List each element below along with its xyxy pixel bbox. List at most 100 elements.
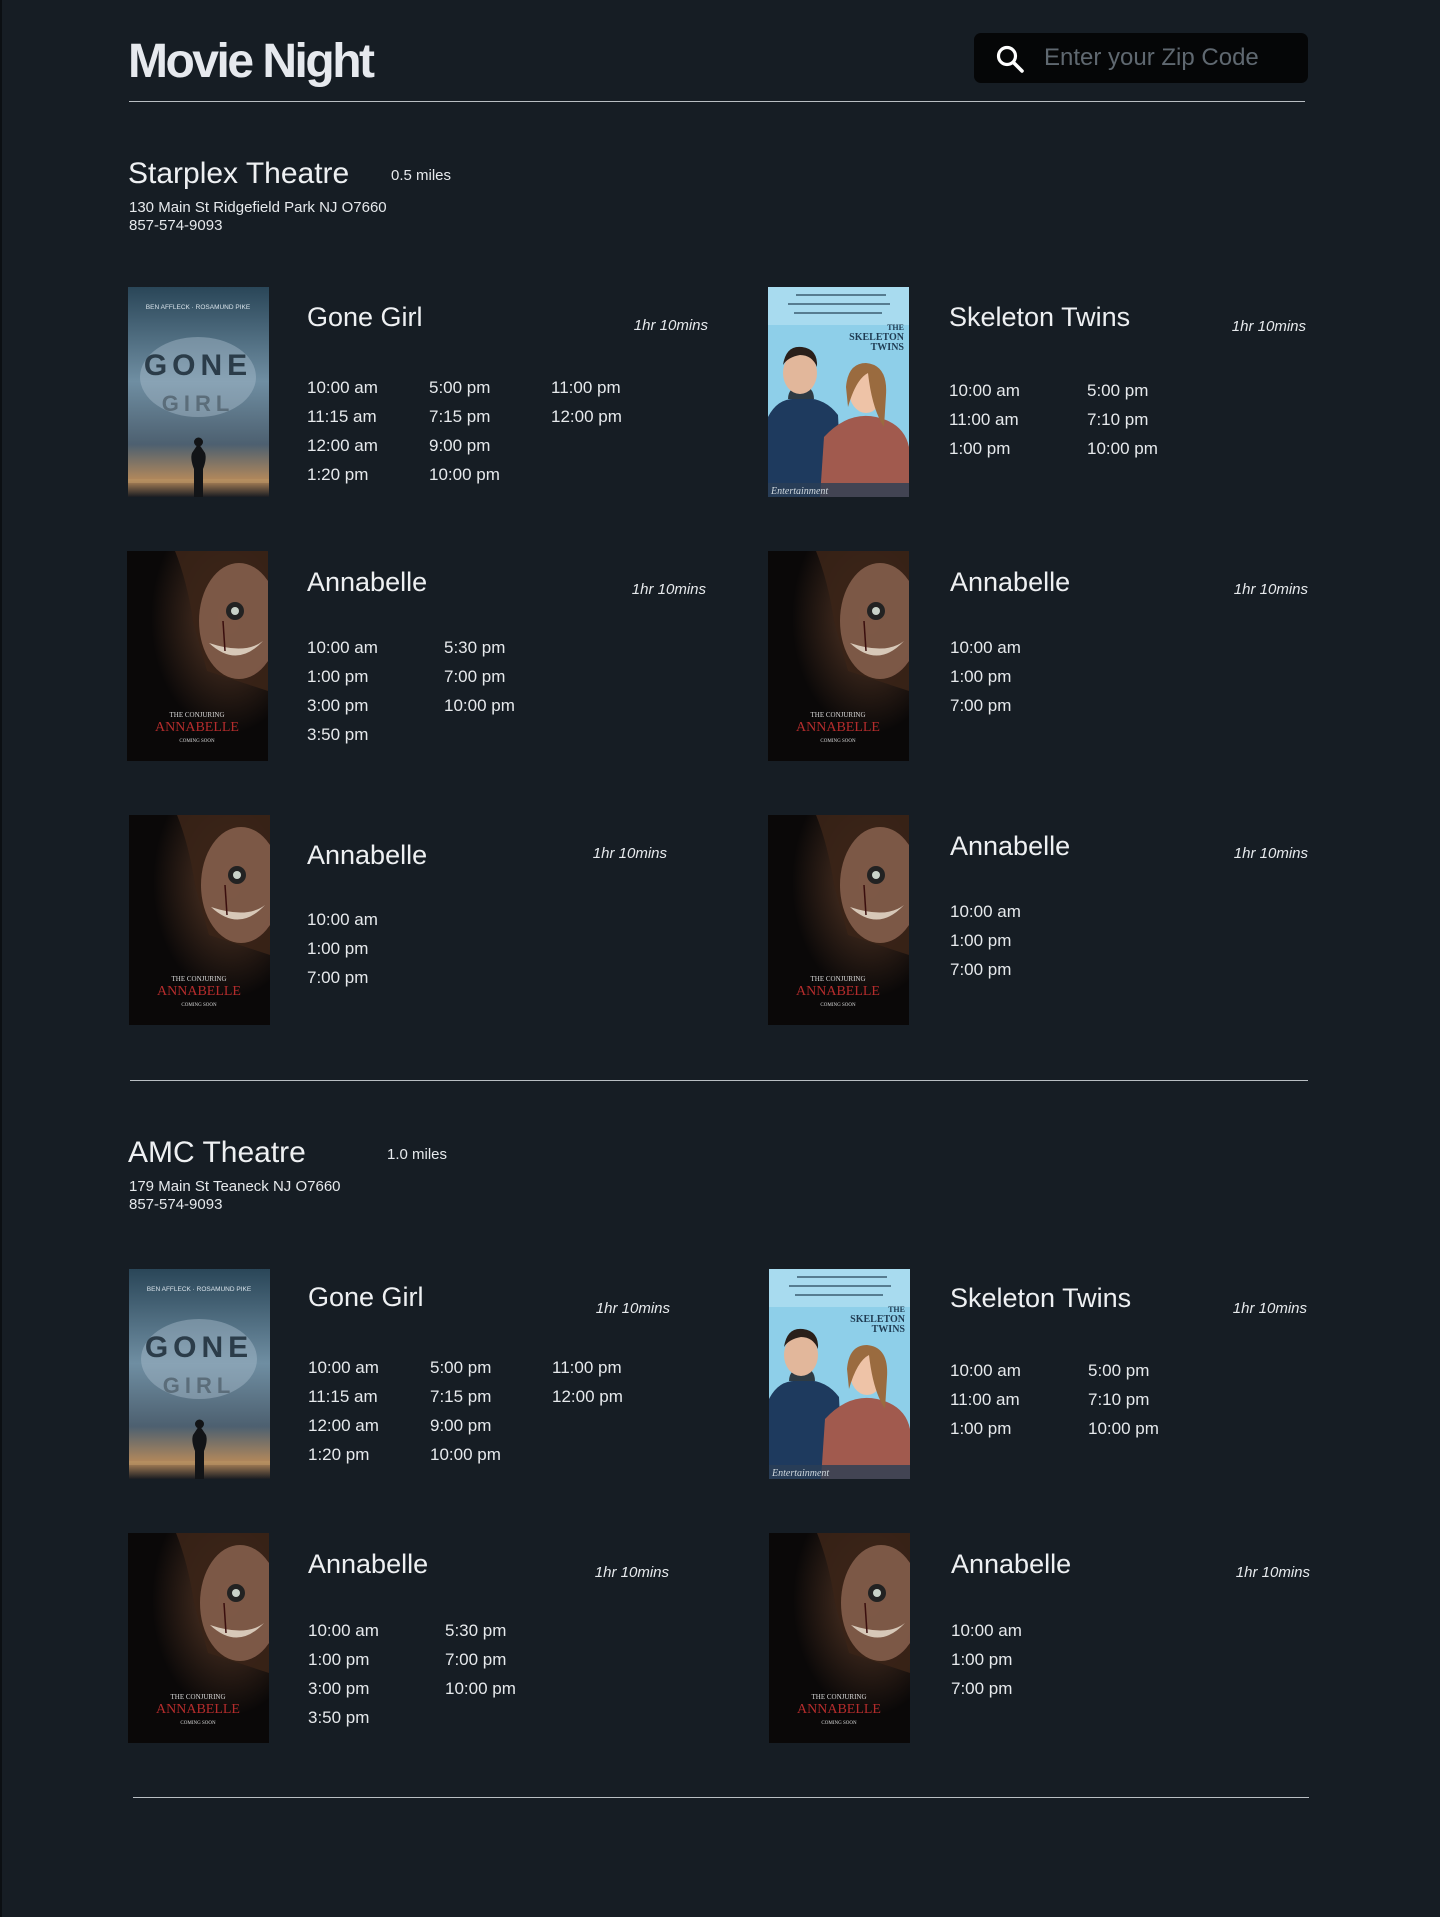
poster-skeleton-twins[interactable]: THE SKELETON TWINS Entertainment — [769, 1269, 910, 1479]
showtime[interactable]: 1:00 pm — [949, 434, 1087, 463]
movie-title[interactable]: Annabelle — [950, 567, 1070, 598]
showtime[interactable]: 7:00 pm — [445, 1645, 516, 1674]
showtime[interactable]: 9:00 pm — [429, 431, 551, 460]
showtime-column: 11:00 pm 12:00 pm — [552, 1353, 623, 1469]
theatre-name[interactable]: AMC Theatre — [128, 1136, 306, 1170]
showtime[interactable]: 7:15 pm — [430, 1382, 552, 1411]
showtime[interactable]: 1:00 pm — [950, 1414, 1088, 1443]
showtime[interactable]: 3:50 pm — [307, 720, 444, 749]
showtime[interactable]: 11:00 am — [949, 405, 1087, 434]
showtime[interactable]: 10:00 am — [949, 376, 1087, 405]
poster-gone-girl[interactable]: BEN AFFLECK · ROSAMUND PIKE GONE GIRL — [129, 1269, 270, 1479]
showtime[interactable]: 5:00 pm — [430, 1353, 552, 1382]
showtime[interactable]: 9:00 pm — [430, 1411, 552, 1440]
showtime[interactable]: 10:00 pm — [429, 460, 551, 489]
showtime[interactable]: 5:30 pm — [444, 633, 515, 662]
movie-title[interactable]: Annabelle — [308, 1549, 428, 1580]
showtime[interactable]: 12:00 am — [307, 431, 429, 460]
showtime[interactable]: 11:00 pm — [551, 373, 622, 402]
showtime[interactable]: 11:00 pm — [552, 1353, 623, 1382]
poster-gone-girl[interactable]: BEN AFFLECK · ROSAMUND PIKE GONE GIRL — [128, 287, 269, 497]
poster-skeleton-twins[interactable]: THE SKELETON TWINS Entertainment — [768, 287, 909, 497]
movie-card[interactable]: THE CONJURING ANNABELLE COMING SOON Anna… — [768, 815, 1308, 1025]
showtime[interactable]: 7:10 pm — [1088, 1385, 1159, 1414]
showtime[interactable]: 5:30 pm — [445, 1616, 516, 1645]
movie-title[interactable]: Annabelle — [950, 831, 1070, 862]
movie-title[interactable]: Skeleton Twins — [950, 1283, 1131, 1314]
showtime[interactable]: 10:00 am — [951, 1616, 1022, 1645]
showtime[interactable]: 10:00 am — [308, 1616, 445, 1645]
showtime[interactable]: 10:00 am — [308, 1353, 430, 1382]
showtime[interactable]: 7:15 pm — [429, 402, 551, 431]
showtime-column: 10:00 am 1:00 pm 3:00 pm 3:50 pm — [308, 1616, 445, 1732]
poster-annabelle[interactable]: THE CONJURING ANNABELLE COMING SOON — [768, 815, 909, 1025]
showtime[interactable]: 1:20 pm — [307, 460, 429, 489]
showtime[interactable]: 10:00 am — [307, 905, 378, 934]
showtime[interactable]: 7:00 pm — [950, 955, 1021, 984]
showtime[interactable]: 3:00 pm — [308, 1674, 445, 1703]
showtime[interactable]: 5:00 pm — [1088, 1356, 1159, 1385]
showtime[interactable]: 10:00 pm — [1088, 1414, 1159, 1443]
showtime[interactable]: 10:00 pm — [445, 1674, 516, 1703]
movie-title[interactable]: Skeleton Twins — [949, 302, 1130, 333]
svg-text:COMING SOON: COMING SOON — [820, 1003, 856, 1008]
showtime[interactable]: 1:20 pm — [308, 1440, 430, 1469]
showtime[interactable]: 7:00 pm — [444, 662, 515, 691]
showtime[interactable]: 10:00 pm — [430, 1440, 552, 1469]
movie-card[interactable]: THE CONJURING ANNABELLE COMING SOON Anna… — [769, 1533, 1310, 1743]
movie-title[interactable]: Gone Girl — [308, 1282, 424, 1313]
theatre-name[interactable]: Starplex Theatre — [128, 157, 349, 191]
svg-text:COMING SOON: COMING SOON — [820, 739, 856, 744]
showtime[interactable]: 5:00 pm — [1087, 376, 1158, 405]
movie-card[interactable]: THE CONJURING ANNABELLE COMING SOON Anna… — [129, 815, 669, 1025]
showtime[interactable]: 10:00 am — [950, 633, 1021, 662]
zip-search-box[interactable] — [974, 33, 1308, 83]
showtime[interactable]: 12:00 pm — [552, 1382, 623, 1411]
movie-card[interactable]: THE CONJURING ANNABELLE COMING SOON Anna… — [128, 1533, 669, 1743]
showtime[interactable]: 1:00 pm — [951, 1645, 1022, 1674]
showtime[interactable]: 10:00 pm — [1087, 434, 1158, 463]
showtimes: 10:00 am 11:15 am 12:00 am 1:20 pm 5:00 pm 7:… — [308, 1353, 623, 1469]
poster-annabelle[interactable]: THE CONJURING ANNABELLE COMING SOON — [128, 1533, 269, 1743]
zip-code-input[interactable] — [1044, 41, 1294, 75]
movie-title[interactable]: Annabelle — [307, 567, 427, 598]
showtime[interactable]: 7:10 pm — [1087, 405, 1158, 434]
showtime[interactable]: 7:00 pm — [307, 963, 378, 992]
showtime[interactable]: 5:00 pm — [429, 373, 551, 402]
showtime[interactable]: 11:00 am — [950, 1385, 1088, 1414]
showtime[interactable]: 7:00 pm — [950, 691, 1021, 720]
movie-card[interactable]: BEN AFFLECK · ROSAMUND PIKE GONE GIRL Go… — [128, 287, 708, 497]
movie-card[interactable]: THE CONJURING ANNABELLE COMING SOON Anna… — [768, 551, 1308, 761]
movie-card[interactable]: THE SKELETON TWINS Entertainment Skeleto… — [769, 1269, 1307, 1479]
showtime[interactable]: 10:00 am — [307, 373, 429, 402]
poster-annabelle[interactable]: THE CONJURING ANNABELLE COMING SOON — [129, 815, 270, 1025]
poster-annabelle[interactable]: THE CONJURING ANNABELLE COMING SOON — [768, 551, 909, 761]
movie-title[interactable]: Gone Girl — [307, 302, 423, 333]
svg-text:ANNABELLE: ANNABELLE — [797, 1702, 881, 1717]
showtime[interactable]: 1:00 pm — [307, 934, 378, 963]
movie-card[interactable]: THE SKELETON TWINS Entertainment Skeleto… — [768, 287, 1306, 497]
showtime[interactable]: 10:00 pm — [444, 691, 515, 720]
showtime[interactable]: 1:00 pm — [307, 662, 444, 691]
movie-title[interactable]: Annabelle — [951, 1549, 1071, 1580]
showtime[interactable]: 10:00 am — [307, 633, 444, 662]
showtime[interactable]: 10:00 am — [950, 897, 1021, 926]
showtime[interactable]: 7:00 pm — [951, 1674, 1022, 1703]
showtime[interactable]: 12:00 pm — [551, 402, 622, 431]
site-logo[interactable]: Movie Night — [128, 34, 375, 89]
showtime[interactable]: 11:15 am — [308, 1382, 430, 1411]
movie-card[interactable]: THE CONJURING ANNABELLE COMING SOON Anna… — [127, 551, 707, 761]
showtime[interactable]: 11:15 am — [307, 402, 429, 431]
movie-title[interactable]: Annabelle — [307, 840, 427, 871]
showtime[interactable]: 1:00 pm — [950, 662, 1021, 691]
showtime[interactable]: 1:00 pm — [308, 1645, 445, 1674]
showtime[interactable]: 3:00 pm — [307, 691, 444, 720]
search-icon[interactable] — [994, 43, 1026, 75]
poster-annabelle[interactable]: THE CONJURING ANNABELLE COMING SOON — [769, 1533, 910, 1743]
showtime[interactable]: 1:00 pm — [950, 926, 1021, 955]
poster-annabelle[interactable]: THE CONJURING ANNABELLE COMING SOON — [127, 551, 268, 761]
movie-card[interactable]: BEN AFFLECK · ROSAMUND PIKE GONE GIRL Go… — [129, 1269, 670, 1479]
showtime[interactable]: 12:00 am — [308, 1411, 430, 1440]
showtime[interactable]: 3:50 pm — [308, 1703, 445, 1732]
showtime[interactable]: 10:00 am — [950, 1356, 1088, 1385]
